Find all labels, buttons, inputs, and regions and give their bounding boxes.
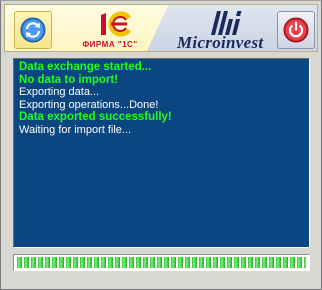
sync-icon [20,17,46,43]
progress-fill [17,257,306,268]
log-line: No data to import! [19,73,119,86]
exchange-window: ФИРМА "1С" Microinvest Data exchange sta… [0,0,322,290]
power-icon [283,17,309,43]
power-button[interactable] [277,11,315,49]
log-line: Exporting data... [19,86,100,98]
progress-bar [13,254,310,271]
logo-1c-caption: ФИРМА "1С" [82,40,138,49]
logo-1c-mark [101,11,131,37]
header-bar: ФИРМА "1С" Microinvest [4,4,318,52]
log-line: Data exchange started... [19,61,152,73]
log-line: Data exported successfully! [19,111,172,123]
exchange-log: Data exchange started... No data to impo… [13,58,310,248]
log-line: Exporting operations...Done! [19,98,159,111]
log-line: Waiting for import file... [19,123,132,136]
logo-1c: ФИРМА "1С" [75,11,145,51]
sync-button[interactable] [14,11,52,49]
brand-name: Microinvest [177,33,264,52]
